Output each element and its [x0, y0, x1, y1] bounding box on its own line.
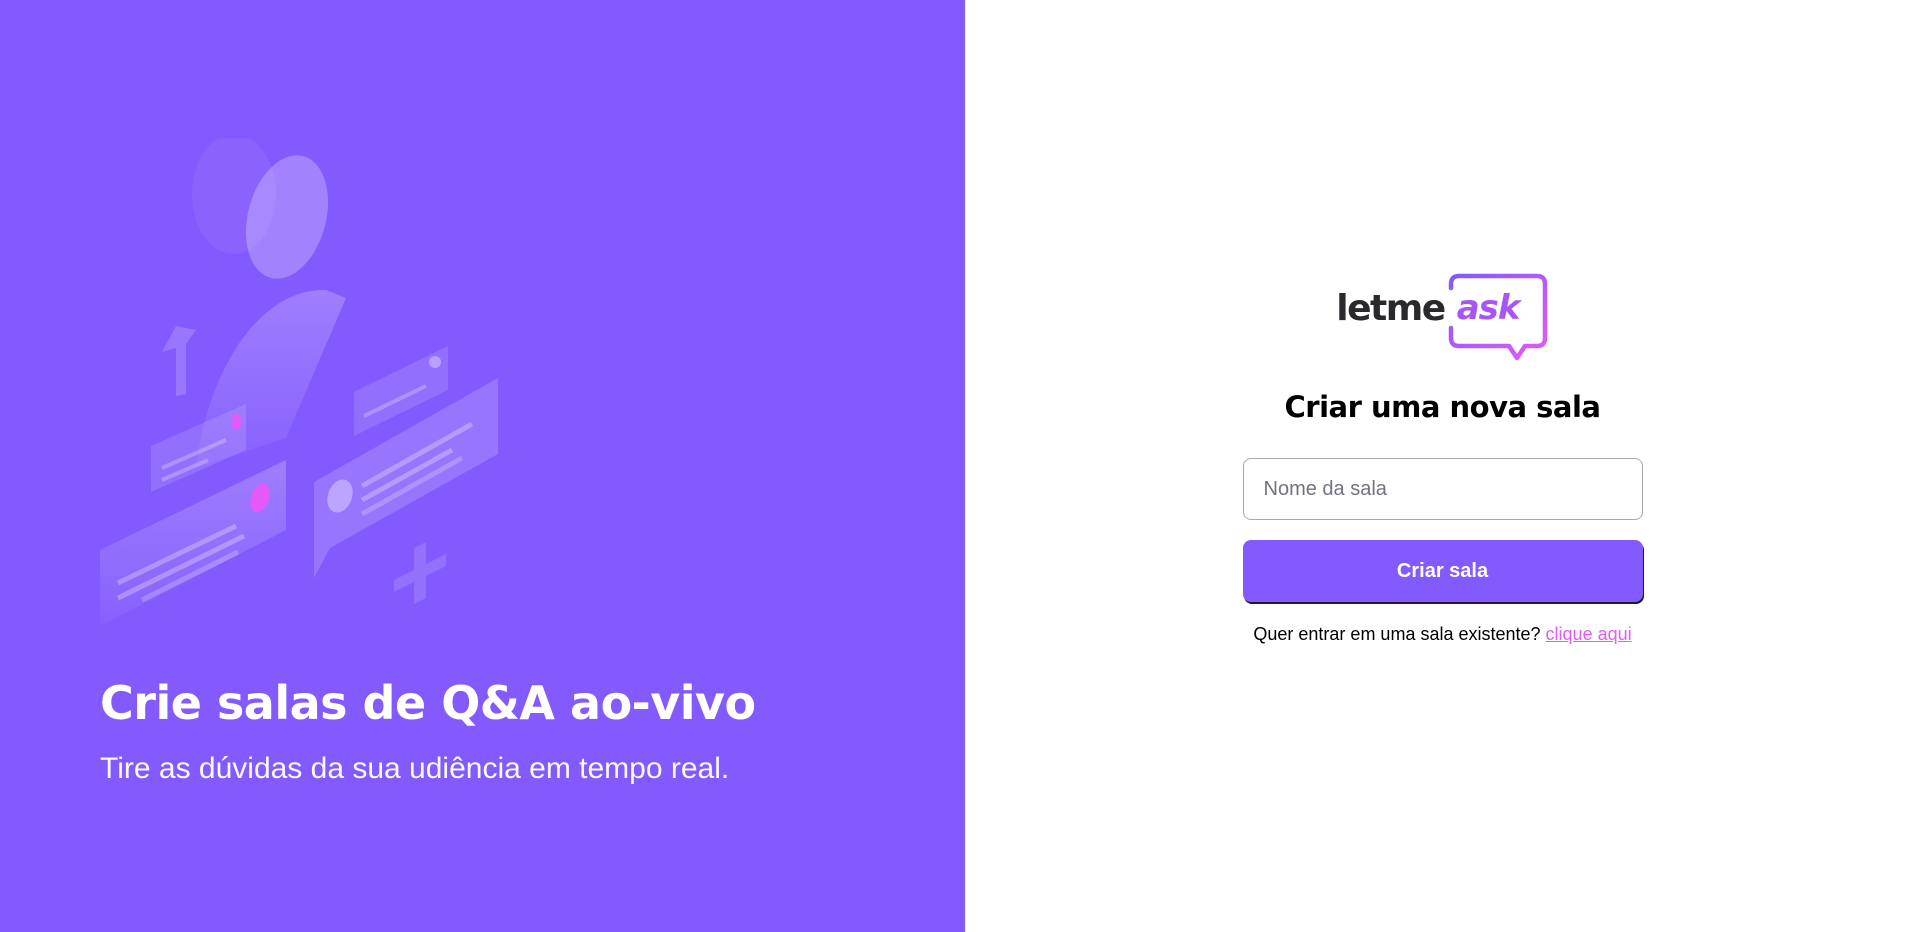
page: Crie salas de Q&A ao-vivo Tire as dúvida…	[0, 0, 1920, 932]
room-name-input[interactable]	[1242, 458, 1643, 520]
create-room-form: letme ask Criar uma nova sala Nome da sa…	[1242, 272, 1643, 645]
promo-subtitle: Tire as dúvidas da sua udiência em tempo…	[100, 752, 730, 785]
qa-illustration	[100, 138, 498, 626]
logo-text-ask: ask	[1456, 288, 1521, 328]
form-title: Criar uma nova sala	[1284, 390, 1602, 424]
join-room-link[interactable]: clique aqui	[1546, 624, 1632, 644]
form-panel: letme ask Criar uma nova sala Nome da sa…	[965, 0, 1920, 932]
create-room-button[interactable]: Criar sala	[1242, 540, 1643, 602]
logo-text-letme: letme	[1336, 288, 1446, 329]
promo-panel: Crie salas de Q&A ao-vivo Tire as dúvida…	[0, 0, 965, 932]
promo-title: Crie salas de Q&A ao-vivo	[100, 676, 756, 730]
join-room-line: Quer entrar em uma sala existente? cliqu…	[1253, 624, 1631, 645]
logo-speech-bubble: ask	[1447, 272, 1549, 368]
letmeask-logo: letme ask	[1336, 272, 1548, 368]
join-room-prompt: Quer entrar em uma sala existente?	[1253, 624, 1541, 644]
